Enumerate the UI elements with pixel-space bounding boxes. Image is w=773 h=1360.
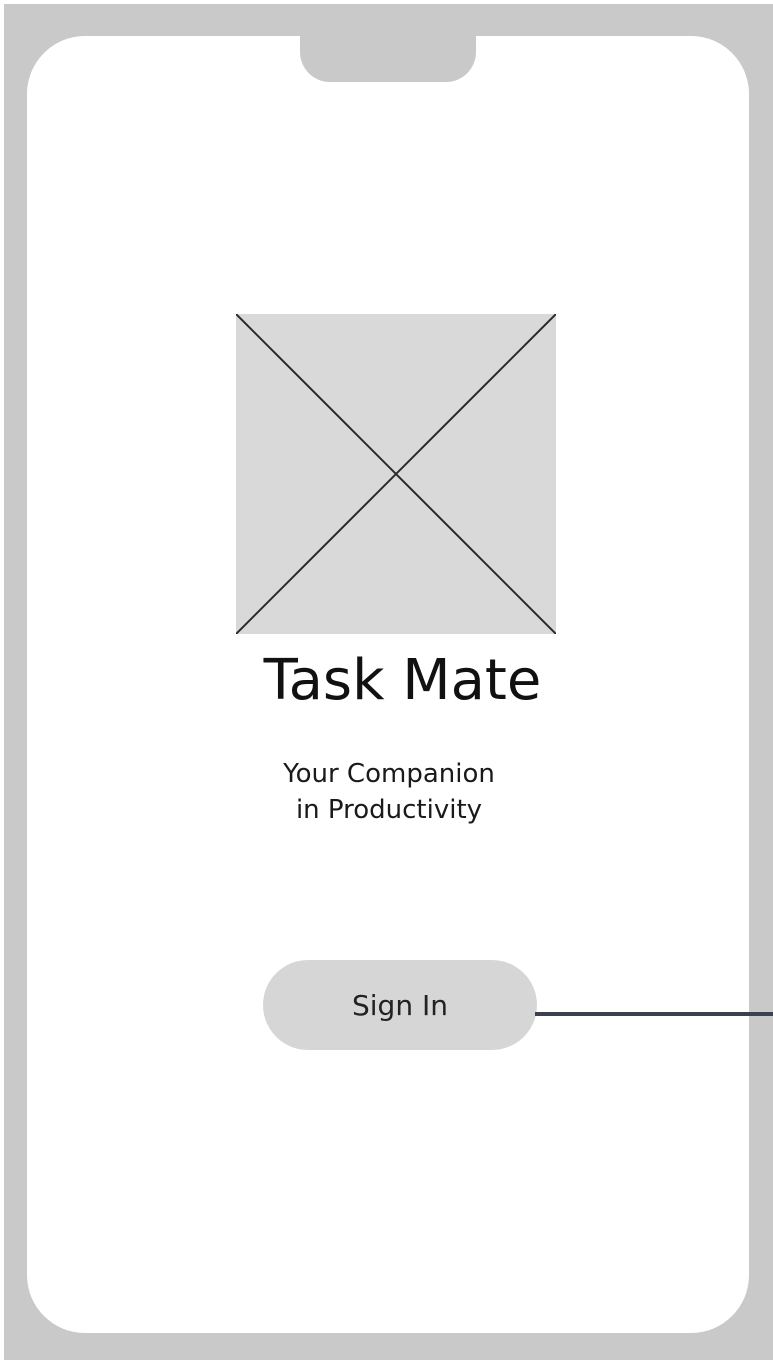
flow-connector-line [535, 1012, 773, 1016]
tagline-line-1: Your Companion [283, 759, 495, 789]
tagline-line-2: in Productivity [295, 795, 483, 825]
app-title: Task Mate [263, 648, 542, 713]
device-notch [300, 30, 476, 82]
app-tagline: Your Companion in Productivity [230, 756, 548, 828]
image-placeholder-icon [236, 314, 556, 634]
sign-in-button[interactable]: Sign In [263, 960, 537, 1050]
